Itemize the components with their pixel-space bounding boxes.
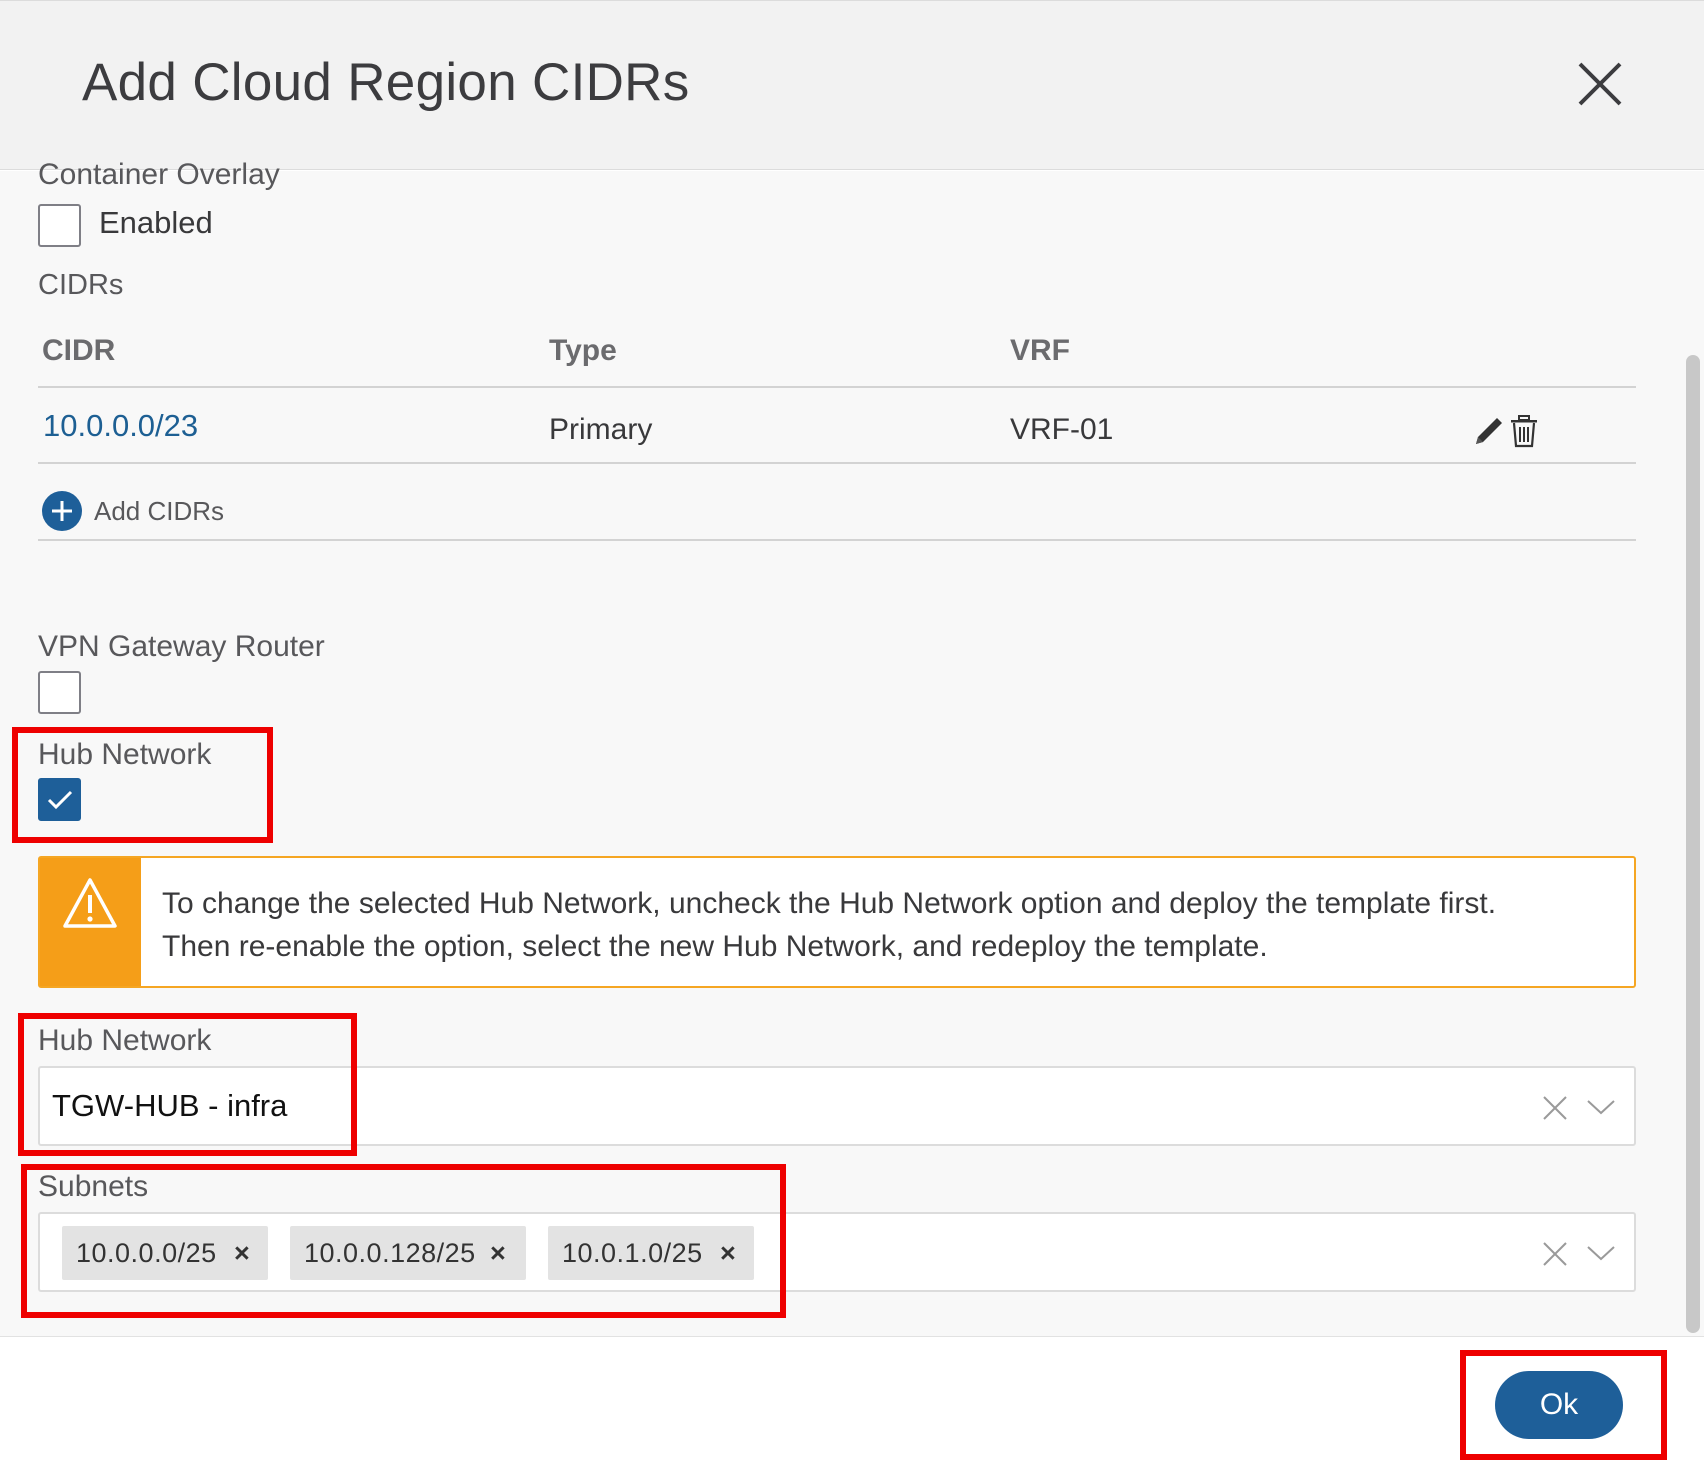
container-overlay-enabled-label: Enabled (99, 205, 213, 240)
remove-chip-icon[interactable]: × (720, 1238, 736, 1269)
modal-header: Add Cloud Region CIDRs (0, 0, 1704, 170)
subnets-label: Subnets (38, 1170, 149, 1203)
warning-line-2: Then re-enable the option, select the ne… (162, 930, 1268, 963)
hub-network-select[interactable]: TGW-HUB - infra (38, 1066, 1636, 1146)
table-header-divider (38, 386, 1636, 388)
add-cidrs-button[interactable]: Add CIDRs (42, 489, 224, 533)
add-cidrs-divider (38, 539, 1636, 541)
cidr-link[interactable]: 10.0.0.0/23 (43, 408, 198, 444)
chevron-down-icon[interactable] (1586, 1098, 1616, 1121)
hub-network-select-label: Hub Network (38, 1024, 212, 1057)
container-overlay-checkbox[interactable] (38, 204, 81, 247)
remove-chip-icon[interactable]: × (490, 1238, 506, 1269)
warning-triangle-icon (63, 878, 117, 928)
close-icon[interactable] (1572, 56, 1628, 112)
warning-line-1: To change the selected Hub Network, unch… (162, 887, 1497, 920)
column-header-type: Type (549, 334, 617, 367)
checkmark-icon (47, 790, 73, 810)
modal-title: Add Cloud Region CIDRs (82, 53, 690, 112)
trash-icon[interactable] (1509, 414, 1539, 453)
container-overlay-label: Container Overlay (38, 158, 280, 191)
edit-icon[interactable] (1472, 414, 1506, 453)
remove-chip-icon[interactable]: × (234, 1238, 250, 1269)
warning-message: To change the selected Hub Network, unch… (162, 882, 1496, 968)
clear-icon[interactable] (1542, 1095, 1568, 1126)
hub-network-toggle-label: Hub Network (38, 738, 212, 771)
table-row-divider (38, 462, 1636, 464)
cidr-vrf-cell: VRF-01 (1010, 413, 1114, 446)
subnet-chip-label: 10.0.1.0/25 (562, 1237, 703, 1268)
subnet-chip-label: 10.0.0.128/25 (304, 1237, 476, 1268)
hub-network-checkbox[interactable] (38, 778, 81, 821)
hub-network-value: TGW-HUB - infra (52, 1088, 288, 1123)
clear-icon[interactable] (1542, 1241, 1568, 1272)
subnet-chip: 10.0.0.0/25 × (62, 1226, 268, 1280)
scrollbar[interactable] (1686, 355, 1700, 1333)
cidrs-section-label: CIDRs (38, 269, 124, 301)
subnet-chip-label: 10.0.0.0/25 (76, 1237, 217, 1268)
modal-body (0, 171, 1704, 1336)
vpn-gateway-label: VPN Gateway Router (38, 630, 325, 663)
cidr-type-cell: Primary (549, 413, 653, 446)
subnet-chip: 10.0.1.0/25 × (548, 1226, 754, 1280)
vpn-gateway-checkbox[interactable] (38, 671, 81, 714)
chevron-down-icon[interactable] (1586, 1244, 1616, 1267)
warning-banner: To change the selected Hub Network, unch… (38, 856, 1636, 988)
add-cidrs-label: Add CIDRs (94, 495, 225, 526)
column-header-cidr: CIDR (42, 334, 116, 367)
subnets-multiselect[interactable]: 10.0.0.0/25 × 10.0.0.128/25 × 10.0.1.0/2… (38, 1212, 1636, 1292)
column-header-vrf: VRF (1010, 334, 1070, 367)
plus-circle-icon (42, 491, 82, 531)
subnet-chip: 10.0.0.128/25 × (290, 1226, 526, 1280)
modal-footer (0, 1336, 1704, 1470)
ok-button[interactable]: Ok (1495, 1371, 1623, 1439)
warning-icon-area (40, 858, 141, 986)
